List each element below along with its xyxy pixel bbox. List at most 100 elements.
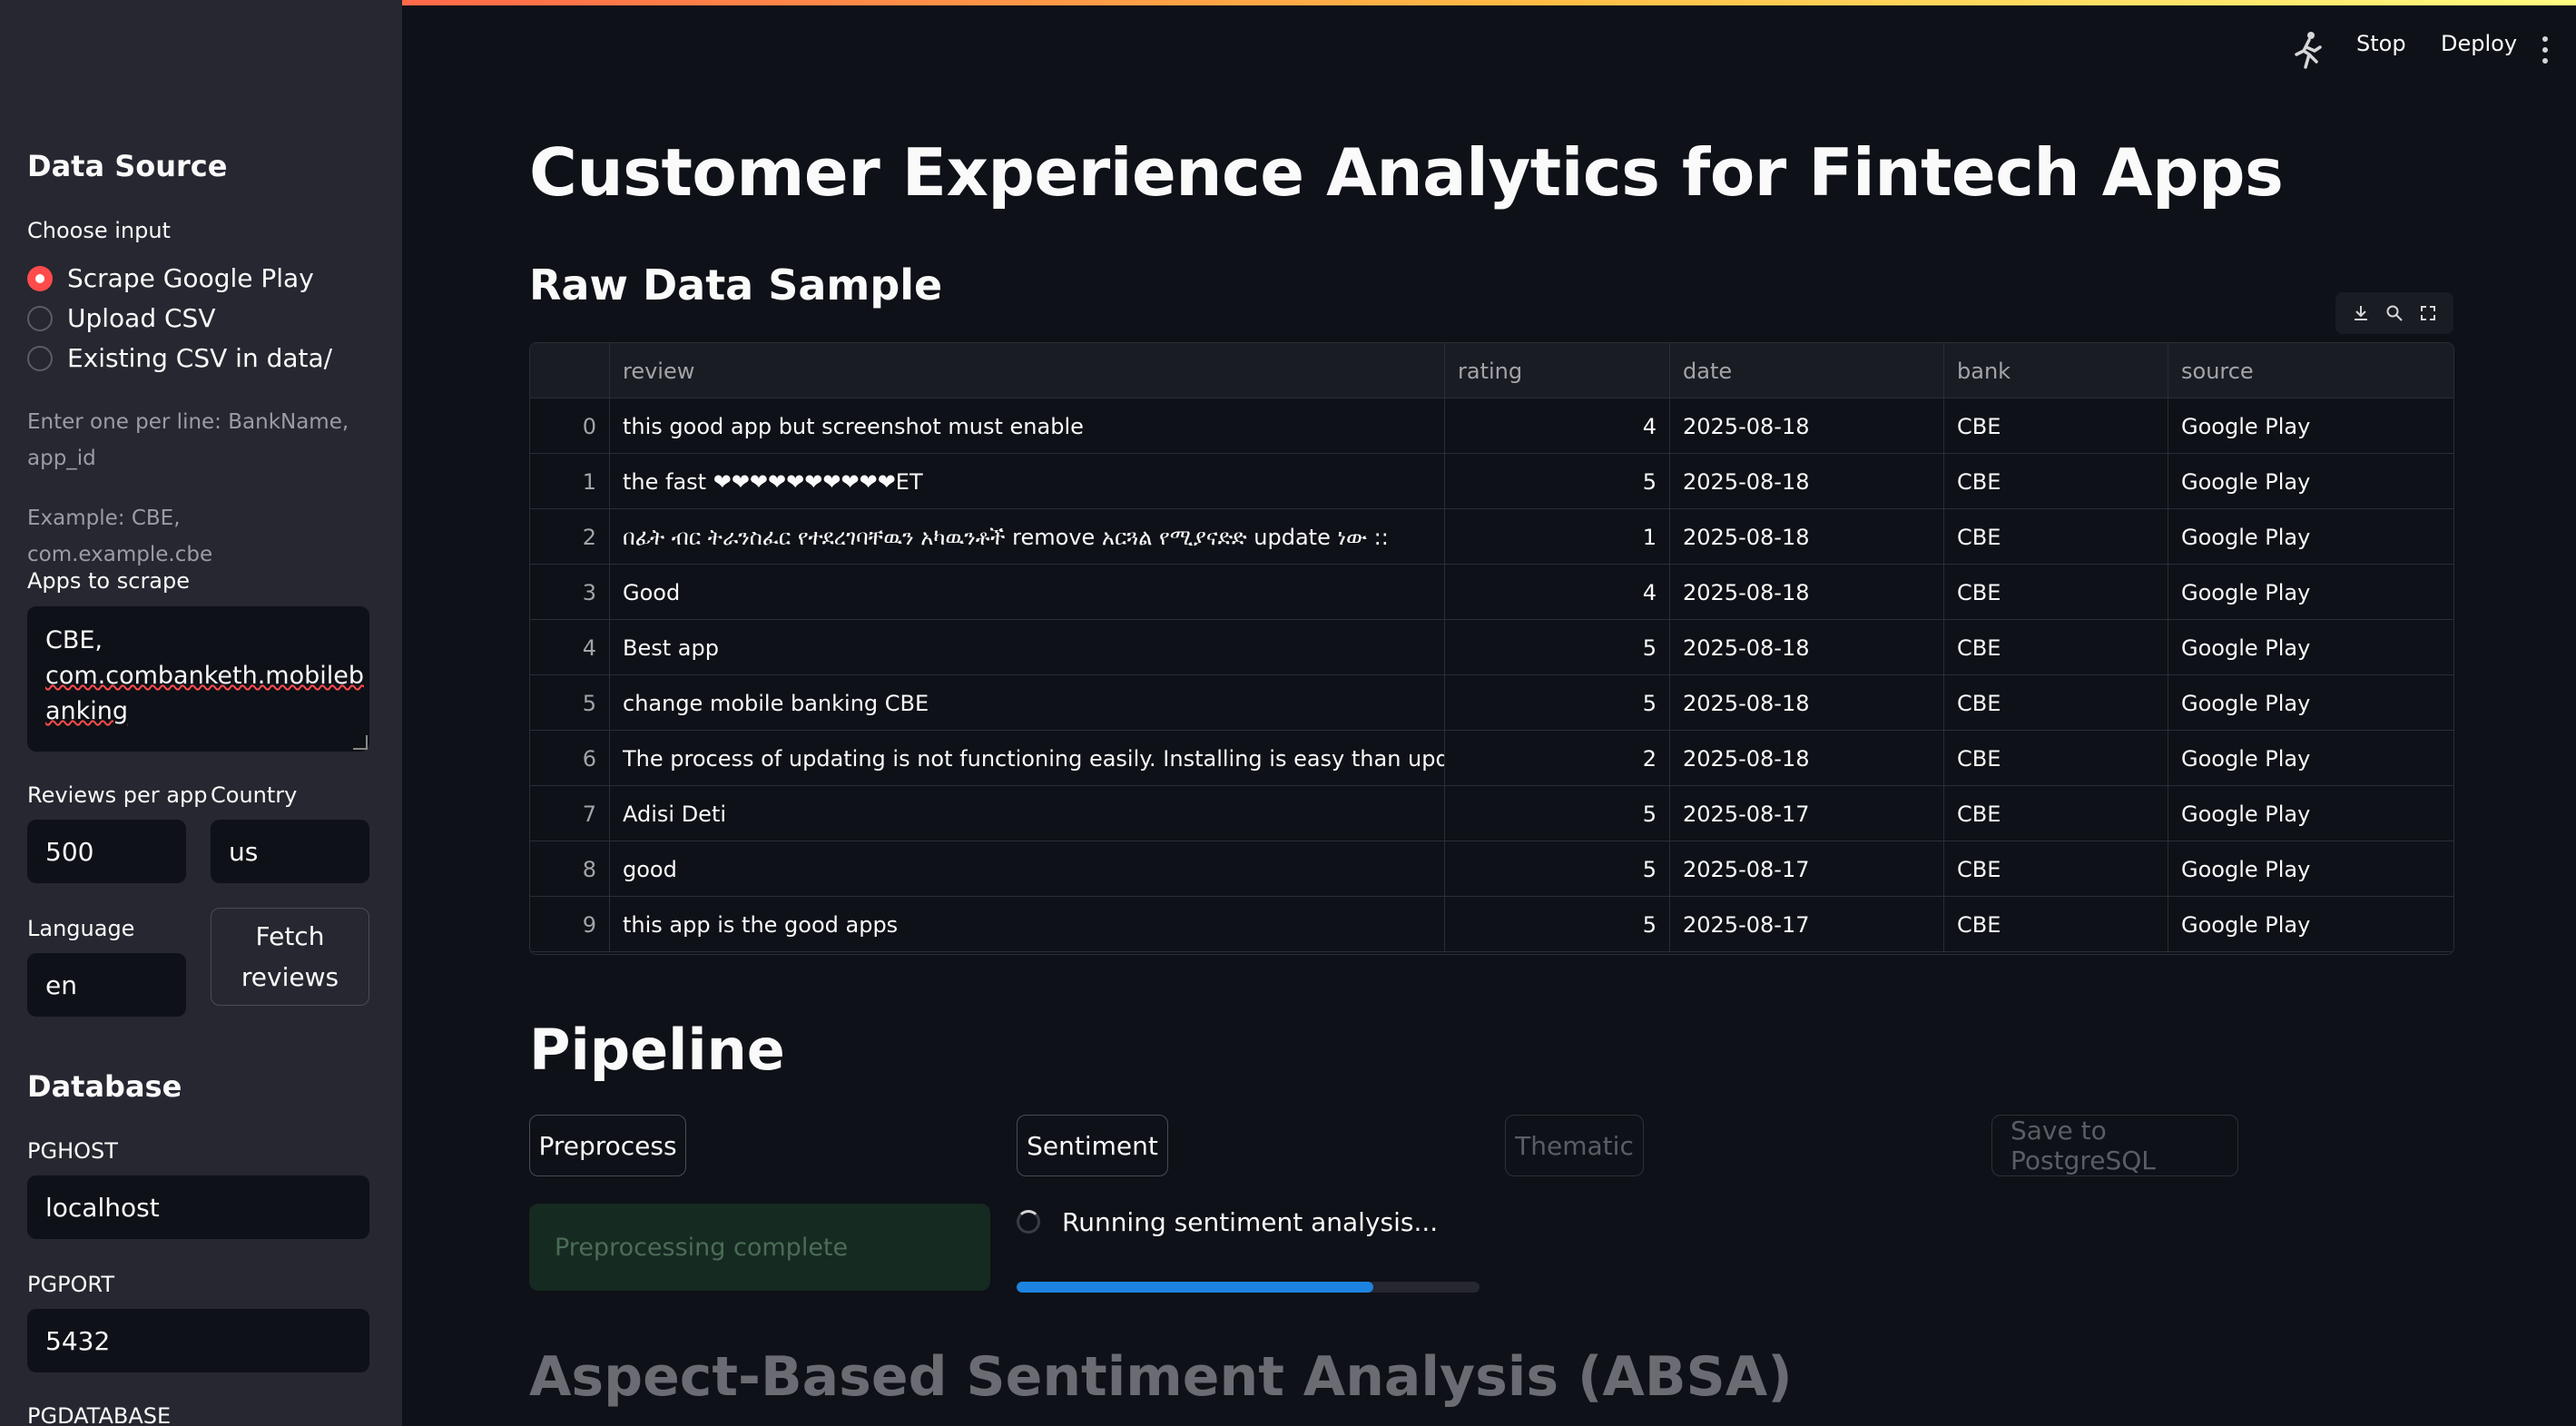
date-cell[interactable]: 2025-08-18 [1670,565,1944,620]
column-header-rating[interactable]: rating [1445,343,1670,398]
stop-button[interactable]: Stop [2356,31,2406,56]
apps-to-scrape-textarea[interactable]: CBE, com.combanketh.mobileb anking [27,606,369,752]
bank-cell[interactable]: CBE [1944,565,2168,620]
date-cell[interactable]: 2025-08-18 [1670,398,1944,454]
column-header-bank[interactable]: bank [1944,343,2168,398]
table-row[interactable]: 3 Good 4 2025-08-18 CBE Google Play [530,565,2453,620]
bank-cell[interactable]: CBE [1944,675,2168,731]
review-cell[interactable]: good [610,841,1445,897]
date-cell[interactable]: 2025-08-17 [1670,786,1944,841]
date-cell[interactable]: 2025-08-17 [1670,841,1944,897]
sentiment-button[interactable]: Sentiment [1017,1115,1168,1176]
rating-cell[interactable]: 2 [1445,731,1670,786]
rating-cell[interactable]: 4 [1445,398,1670,454]
review-cell[interactable]: በፊት ብር ትራንስፈር የተደረገባቸዉን አካዉንቶች remove አር… [610,509,1445,565]
raw-data-table[interactable]: review rating date bank source 0 this goo… [529,342,2454,955]
review-cell[interactable]: Best app [610,620,1445,675]
row-index-cell[interactable]: 0 [530,398,610,454]
date-cell[interactable]: 2025-08-18 [1670,620,1944,675]
radio-scrape-google-play[interactable]: Scrape Google Play [27,263,314,293]
bank-cell[interactable]: CBE [1944,509,2168,565]
date-cell[interactable]: 2025-08-18 [1670,454,1944,509]
review-cell[interactable]: this app is the good apps [610,897,1445,952]
row-index-cell[interactable]: 7 [530,786,610,841]
date-cell[interactable]: 2025-08-18 [1670,509,1944,565]
table-row[interactable]: 4 Best app 5 2025-08-18 CBE Google Play [530,620,2453,675]
pgport-input[interactable]: 5432 [27,1309,369,1372]
row-index-cell[interactable]: 6 [530,731,610,786]
date-cell[interactable]: 2025-08-18 [1670,731,1944,786]
row-index-cell[interactable]: 3 [530,565,610,620]
row-index-cell[interactable]: 4 [530,620,610,675]
reviews-per-app-input[interactable]: 500 [27,820,186,883]
source-cell[interactable]: Google Play [2168,897,2453,952]
table-row[interactable]: 7 Adisi Deti 5 2025-08-17 CBE Google Play [530,786,2453,841]
review-cell[interactable]: this good app but screenshot must enable [610,398,1445,454]
source-cell[interactable]: Google Play [2168,731,2453,786]
source-cell[interactable]: Google Play [2168,675,2453,731]
country-input[interactable]: us [211,820,369,883]
fetch-reviews-button[interactable]: Fetch reviews [211,908,369,1006]
bank-cell[interactable]: CBE [1944,398,2168,454]
row-index-cell[interactable]: 8 [530,841,610,897]
deploy-button[interactable]: Deploy [2441,31,2517,56]
date-cell[interactable]: 2025-08-18 [1670,675,1944,731]
table-row[interactable]: 1 the fast ❤❤❤❤❤❤❤❤❤❤ET 5 2025-08-18 CBE Goog… [530,454,2453,509]
review-cell[interactable]: Adisi Deti [610,786,1445,841]
bank-cell[interactable]: CBE [1944,454,2168,509]
search-icon[interactable] [2385,304,2404,322]
date-cell[interactable]: 2025-08-17 [1670,897,1944,952]
source-cell[interactable]: Google Play [2168,565,2453,620]
source-cell[interactable]: Google Play [2168,620,2453,675]
source-cell[interactable]: Google Play [2168,398,2453,454]
radio-upload-csv[interactable]: Upload CSV [27,303,216,333]
bank-cell[interactable]: CBE [1944,731,2168,786]
pghost-input[interactable]: localhost [27,1175,369,1239]
fullscreen-icon[interactable] [2419,304,2437,322]
bank-cell[interactable]: CBE [1944,620,2168,675]
rating-cell[interactable]: 5 [1445,841,1670,897]
pgdatabase-label: PGDATABASE [27,1403,172,1426]
bank-cell[interactable]: CBE [1944,841,2168,897]
rating-cell[interactable]: 5 [1445,786,1670,841]
rating-cell[interactable]: 5 [1445,620,1670,675]
thematic-button[interactable]: Thematic [1505,1115,1644,1176]
table-row[interactable]: 9 this app is the good apps 5 2025-08-17 CBE… [530,897,2453,952]
bank-cell[interactable]: CBE [1944,897,2168,952]
source-cell[interactable]: Google Play [2168,509,2453,565]
source-cell[interactable]: Google Play [2168,454,2453,509]
review-cell[interactable]: The process of updating is not functioni… [610,731,1445,786]
table-row[interactable]: 8 good 5 2025-08-17 CBE Google Play [530,841,2453,897]
vertical-ellipsis-icon[interactable] [2540,34,2551,65]
language-input[interactable]: en [27,953,186,1017]
bank-cell[interactable]: CBE [1944,786,2168,841]
rating-cell[interactable]: 5 [1445,454,1670,509]
radio-existing-csv[interactable]: Existing CSV in data/ [27,343,332,373]
rating-cell[interactable]: 5 [1445,675,1670,731]
rating-cell[interactable]: 1 [1445,509,1670,565]
column-header-review[interactable]: review [610,343,1445,398]
column-header-date[interactable]: date [1670,343,1944,398]
column-header-source[interactable]: source [2168,343,2453,398]
save-to-postgresql-button[interactable]: Save to PostgreSQL [1991,1115,2238,1176]
table-row[interactable]: 6 The process of updating is not function… [530,731,2453,786]
table-row[interactable]: 2 በፊት ብር ትራንስፈር የተደረገባቸዉን አካዉንቶች remove አ… [530,509,2453,565]
rating-cell[interactable]: 4 [1445,565,1670,620]
apps-to-scrape-label: Apps to scrape [27,568,191,594]
table-row[interactable]: 5 change mobile banking CBE 5 2025-08-18 CBE… [530,675,2453,731]
preprocess-button[interactable]: Preprocess [529,1115,686,1176]
download-icon[interactable] [2352,304,2370,322]
rating-cell[interactable]: 5 [1445,897,1670,952]
table-row[interactable]: 0 this good app but screenshot must enabl… [530,398,2453,454]
row-index-cell[interactable]: 2 [530,509,610,565]
source-cell[interactable]: Google Play [2168,786,2453,841]
table-toolbar [2335,292,2453,334]
row-index-cell[interactable]: 1 [530,454,610,509]
row-index-cell[interactable]: 9 [530,897,610,952]
source-cell[interactable]: Google Play [2168,841,2453,897]
resize-handle-icon[interactable] [353,735,368,750]
row-index-cell[interactable]: 5 [530,675,610,731]
review-cell[interactable]: change mobile banking CBE [610,675,1445,731]
review-cell[interactable]: Good [610,565,1445,620]
review-cell[interactable]: the fast ❤❤❤❤❤❤❤❤❤❤ET [610,454,1445,509]
